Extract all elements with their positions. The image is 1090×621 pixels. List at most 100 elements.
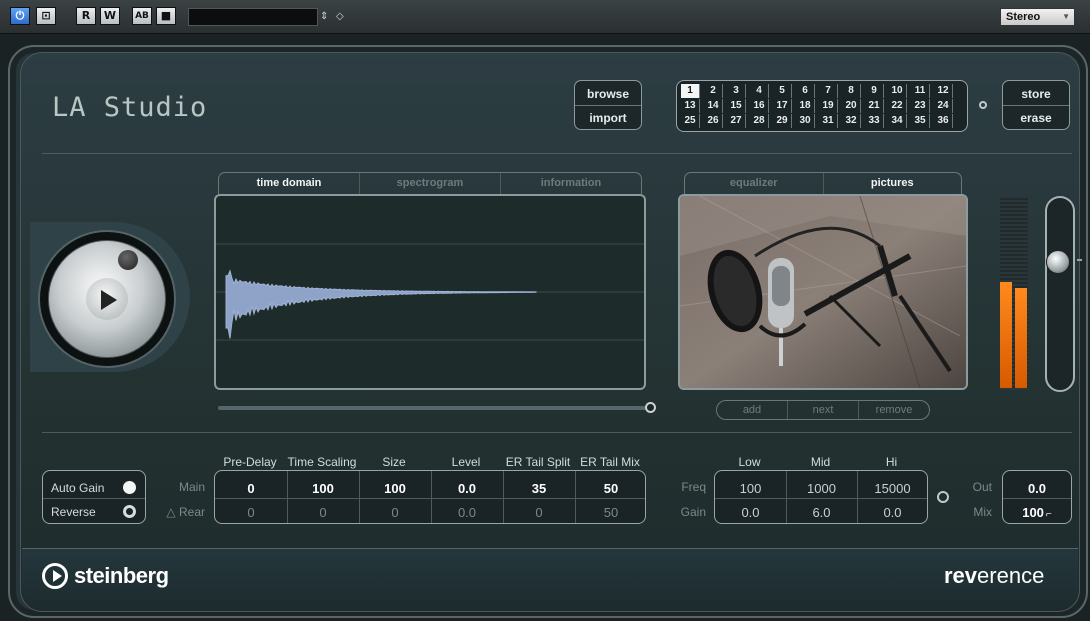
param-main-value[interactable]: 100 <box>287 481 359 496</box>
preset-slot[interactable]: 22 <box>888 99 907 113</box>
param-rear-value[interactable]: 0 <box>359 505 431 520</box>
lock-icon: ⌐ <box>1045 509 1052 520</box>
preset-slot[interactable]: 5 <box>773 84 792 98</box>
param-rear-value[interactable]: 0 <box>215 505 287 520</box>
eq-gain-value[interactable]: 0.0 <box>857 505 928 520</box>
out-value[interactable]: 0.0 <box>1003 481 1071 496</box>
tab-pictures[interactable]: pictures <box>824 173 962 194</box>
browse-button[interactable]: browse <box>575 87 641 101</box>
parameter-grid: 0 0 100 0 100 0 0.0 0.0 35 0 50 50 <box>214 470 646 524</box>
preset-slot[interactable]: 9 <box>865 84 884 98</box>
eq-enable-toggle[interactable] <box>937 491 949 503</box>
store-button[interactable]: store <box>1003 87 1069 101</box>
eq-freq-value[interactable]: 1000 <box>786 481 857 496</box>
param-main-value[interactable]: 0 <box>215 481 287 496</box>
param-rear-value[interactable]: 0.0 <box>431 505 503 520</box>
erase-button[interactable]: erase <box>1003 111 1069 125</box>
write-automation-button[interactable]: W <box>100 7 120 25</box>
param-main-value[interactable]: 100 <box>359 481 431 496</box>
settings-button[interactable]: ■ <box>156 7 176 25</box>
preset-slot[interactable]: 34 <box>888 114 907 128</box>
preset-slot[interactable]: 1 <box>681 84 700 98</box>
preset-arrows-icon[interactable]: ⇕ <box>320 8 336 26</box>
eq-freq-value[interactable]: 15000 <box>857 481 928 496</box>
divider <box>215 498 645 499</box>
waveform-graphic <box>216 243 644 341</box>
preset-slot[interactable]: 3 <box>727 84 746 98</box>
eq-row-label-gain: Gain <box>680 505 706 519</box>
divider <box>42 432 1072 433</box>
preset-slot[interactable]: 26 <box>704 114 723 128</box>
preset-slot[interactable]: 23 <box>911 99 930 113</box>
preset-slot[interactable]: 21 <box>865 99 884 113</box>
preset-slot[interactable]: 8 <box>842 84 861 98</box>
preset-slot[interactable]: 35 <box>911 114 930 128</box>
param-rear-value[interactable]: 0 <box>503 505 575 520</box>
divider <box>715 498 927 499</box>
bypass-button[interactable]: ⊡ <box>36 7 56 25</box>
param-rear-value[interactable]: 0 <box>287 505 359 520</box>
fader-handle[interactable] <box>1046 250 1070 274</box>
eq-gain-value[interactable]: 6.0 <box>786 505 857 520</box>
preset-slot[interactable]: 13 <box>681 99 700 113</box>
output-select-value: Stereo <box>1006 11 1041 23</box>
preset-slot[interactable]: 32 <box>842 114 861 128</box>
power-button[interactable]: ⏻ <box>10 7 30 25</box>
preset-slot[interactable]: 12 <box>934 84 953 98</box>
tab-equalizer[interactable]: equalizer <box>685 173 824 194</box>
preset-slot[interactable]: 28 <box>750 114 769 128</box>
import-button[interactable]: import <box>575 111 641 125</box>
tab-spectrogram[interactable]: spectrogram <box>360 173 501 194</box>
tab-information[interactable]: information <box>501 173 641 194</box>
preset-slot[interactable]: 33 <box>865 114 884 128</box>
preset-field[interactable] <box>188 8 318 26</box>
rear-icon: △ <box>166 505 176 519</box>
preset-slot[interactable]: 6 <box>796 84 815 98</box>
mix-value[interactable]: 100 ⌐ <box>1003 505 1071 520</box>
slider-handle[interactable] <box>645 402 656 413</box>
read-automation-button[interactable]: R <box>76 7 96 25</box>
preset-slot[interactable]: 20 <box>842 99 861 113</box>
output-volume-fader[interactable] <box>1045 196 1075 392</box>
impulse-position-slider[interactable] <box>218 406 648 410</box>
preset-slot[interactable]: 24 <box>934 99 953 113</box>
preset-slot[interactable]: 27 <box>727 114 746 128</box>
param-main-value[interactable]: 35 <box>503 481 575 496</box>
preset-slot[interactable]: 17 <box>773 99 792 113</box>
tab-time-domain[interactable]: time domain <box>219 173 360 194</box>
auto-gain-label: Auto Gain <box>51 481 105 495</box>
preset-slot[interactable]: 7 <box>819 84 838 98</box>
impulse-waveform-display <box>214 194 646 390</box>
picture-buttons: add next remove <box>716 400 930 420</box>
eq-freq-value[interactable]: 100 <box>715 481 786 496</box>
preset-slot[interactable]: 11 <box>911 84 930 98</box>
param-rear-value[interactable]: 50 <box>575 505 647 520</box>
preset-slot[interactable]: 31 <box>819 114 838 128</box>
eq-header: Hi <box>885 455 898 469</box>
preset-slot[interactable]: 19 <box>819 99 838 113</box>
add-picture-button[interactable]: add <box>717 401 788 419</box>
ab-compare-button[interactable]: AB <box>132 7 152 25</box>
reverse-toggle[interactable] <box>123 505 136 518</box>
preset-slot[interactable]: 18 <box>796 99 815 113</box>
param-main-value[interactable]: 0.0 <box>431 481 503 496</box>
param-main-value[interactable]: 50 <box>575 481 647 496</box>
preset-slot[interactable]: 10 <box>888 84 907 98</box>
preset-slot[interactable]: 16 <box>750 99 769 113</box>
browse-import-group: browse import <box>574 80 642 130</box>
next-picture-button[interactable]: next <box>788 401 859 419</box>
auto-gain-toggle[interactable] <box>123 481 136 494</box>
preset-menu-icon[interactable]: ◇ <box>336 8 350 26</box>
preset-slot[interactable]: 25 <box>681 114 700 128</box>
preset-slot[interactable]: 14 <box>704 99 723 113</box>
preset-slot[interactable]: 36 <box>934 114 953 128</box>
preset-slot[interactable]: 4 <box>750 84 769 98</box>
divider <box>575 471 576 523</box>
preset-slot[interactable]: 15 <box>727 99 746 113</box>
remove-picture-button[interactable]: remove <box>859 401 929 419</box>
preset-slot[interactable]: 30 <box>796 114 815 128</box>
preset-slot[interactable]: 29 <box>773 114 792 128</box>
preset-slot[interactable]: 2 <box>704 84 723 98</box>
output-select[interactable]: Stereo ▼ <box>1000 8 1075 26</box>
eq-gain-value[interactable]: 0.0 <box>715 505 786 520</box>
